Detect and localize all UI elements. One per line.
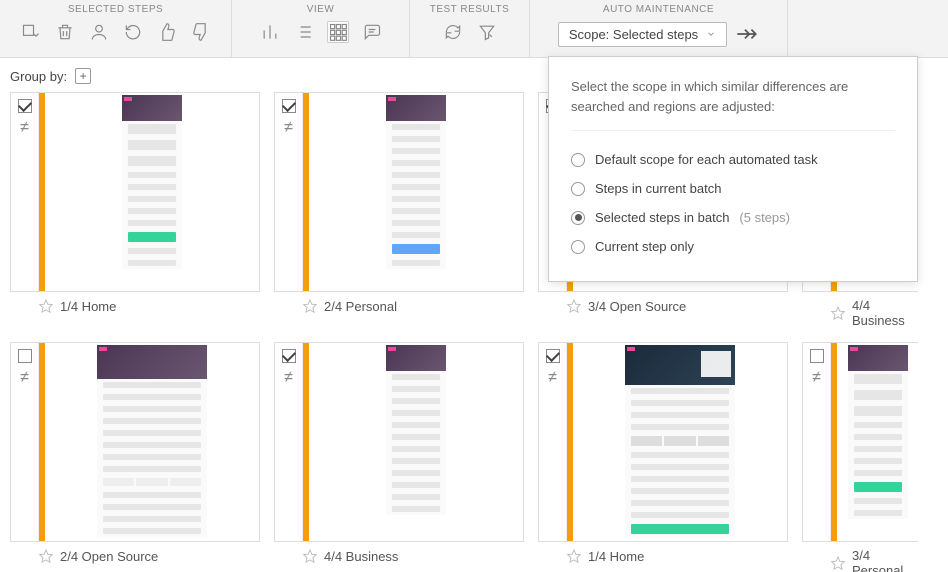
star-icon[interactable] — [302, 548, 318, 564]
select-dropdown-icon[interactable] — [20, 21, 42, 43]
user-icon[interactable] — [88, 21, 110, 43]
toolbar-label-view: VIEW — [307, 4, 335, 15]
step-checkbox[interactable] — [18, 349, 32, 363]
toolbar-section-selected: SELECTED STEPS — [0, 0, 232, 57]
card-controls: ≠ — [275, 93, 303, 291]
card-controls: ≠ — [11, 343, 39, 541]
step-card[interactable]: ≠ 4/4 Business — [274, 342, 524, 572]
toolbar-section-empty — [788, 0, 948, 57]
star-icon[interactable] — [38, 298, 54, 314]
step-card[interactable]: ≠ 2/4 Open Source — [10, 342, 260, 572]
star-icon[interactable] — [302, 298, 318, 314]
star-icon[interactable] — [38, 548, 54, 564]
step-caption: 4/4 Business — [852, 298, 918, 328]
star-icon[interactable] — [830, 305, 846, 321]
popover-description: Select the scope in which similar differ… — [571, 77, 895, 131]
toolbar-label-auto: AUTO MAINTENANCE — [603, 4, 714, 15]
step-thumbnail[interactable] — [45, 93, 259, 291]
radio-icon — [571, 182, 585, 196]
diff-icon: ≠ — [812, 369, 821, 387]
scope-select-label: Scope: Selected steps — [569, 27, 698, 42]
comment-view-icon[interactable] — [361, 21, 383, 43]
step-card[interactable]: ≠ 3/4 Personal — [802, 342, 918, 572]
toolbar-section-view: VIEW — [232, 0, 410, 57]
scope-option-label: Default scope for each automated task — [595, 152, 818, 167]
step-card[interactable]: ≠ 1/4 Home — [10, 92, 260, 328]
grid-view-icon[interactable] — [327, 21, 349, 43]
card-controls: ≠ — [11, 93, 39, 291]
toolbar: SELECTED STEPS VIEW TEST RESULTS AUTO MA… — [0, 0, 948, 58]
radio-icon — [571, 211, 585, 225]
diff-icon: ≠ — [20, 119, 29, 137]
step-checkbox[interactable] — [282, 99, 296, 113]
step-caption: 2/4 Personal — [324, 299, 397, 314]
step-caption: 4/4 Business — [324, 549, 398, 564]
card-controls: ≠ — [275, 343, 303, 541]
list-view-icon[interactable] — [293, 21, 315, 43]
step-checkbox[interactable] — [282, 349, 296, 363]
scope-radio-list: Default scope for each automated task Ste… — [571, 145, 895, 261]
step-checkbox[interactable] — [18, 99, 32, 113]
step-caption: 3/4 Open Source — [588, 299, 686, 314]
chevron-down-icon — [706, 29, 716, 39]
scope-option-label: Selected steps in batch — [595, 210, 729, 225]
refresh-icon[interactable] — [442, 21, 464, 43]
chart-view-icon[interactable] — [259, 21, 281, 43]
star-icon[interactable] — [830, 555, 846, 571]
step-checkbox[interactable] — [810, 349, 824, 363]
step-thumbnail[interactable] — [309, 343, 523, 541]
step-thumbnail[interactable] — [309, 93, 523, 291]
scope-popover: Select the scope in which similar differ… — [548, 56, 918, 282]
toolbar-section-auto: AUTO MAINTENANCE Scope: Selected steps — [530, 0, 788, 57]
step-thumbnail[interactable] — [45, 343, 259, 541]
add-group-button[interactable]: + — [75, 68, 91, 84]
toolbar-label-selected: SELECTED STEPS — [68, 4, 163, 15]
step-caption: 3/4 Personal — [852, 548, 918, 572]
diff-icon: ≠ — [284, 369, 293, 387]
scope-option-label: Current step only — [595, 239, 694, 254]
step-card[interactable]: ≠ 2/4 Personal — [274, 92, 524, 328]
card-controls: ≠ — [803, 343, 831, 541]
step-checkbox[interactable] — [546, 349, 560, 363]
thumbs-down-icon[interactable] — [190, 21, 212, 43]
step-caption: 1/4 Home — [588, 549, 644, 564]
radio-icon — [571, 240, 585, 254]
scope-option[interactable]: Selected steps in batch (5 steps) — [571, 203, 895, 232]
step-caption: 2/4 Open Source — [60, 549, 158, 564]
toolbar-label-results: TEST RESULTS — [430, 4, 510, 15]
thumbs-up-icon[interactable] — [156, 21, 178, 43]
scope-option[interactable]: Default scope for each automated task — [571, 145, 895, 174]
apply-all-icon[interactable] — [733, 21, 759, 47]
scope-select-button[interactable]: Scope: Selected steps — [558, 22, 727, 47]
scope-option-label: Steps in current batch — [595, 181, 721, 196]
filter-icon[interactable] — [476, 21, 498, 43]
undo-icon[interactable] — [122, 21, 144, 43]
step-caption: 1/4 Home — [60, 299, 116, 314]
diff-icon: ≠ — [284, 119, 293, 137]
scope-option-hint: (5 steps) — [739, 210, 790, 225]
trash-icon[interactable] — [54, 21, 76, 43]
diff-icon: ≠ — [20, 369, 29, 387]
diff-icon: ≠ — [548, 369, 557, 387]
scope-option[interactable]: Current step only — [571, 232, 895, 261]
star-icon[interactable] — [566, 548, 582, 564]
groupby-label: Group by: — [10, 69, 67, 84]
star-icon[interactable] — [566, 298, 582, 314]
step-thumbnail[interactable] — [573, 343, 787, 541]
radio-icon — [571, 153, 585, 167]
scope-option[interactable]: Steps in current batch — [571, 174, 895, 203]
step-thumbnail[interactable] — [837, 343, 918, 541]
step-card[interactable]: ≠ 1/4 Home — [538, 342, 788, 572]
toolbar-section-results: TEST RESULTS — [410, 0, 530, 57]
card-controls: ≠ — [539, 343, 567, 541]
